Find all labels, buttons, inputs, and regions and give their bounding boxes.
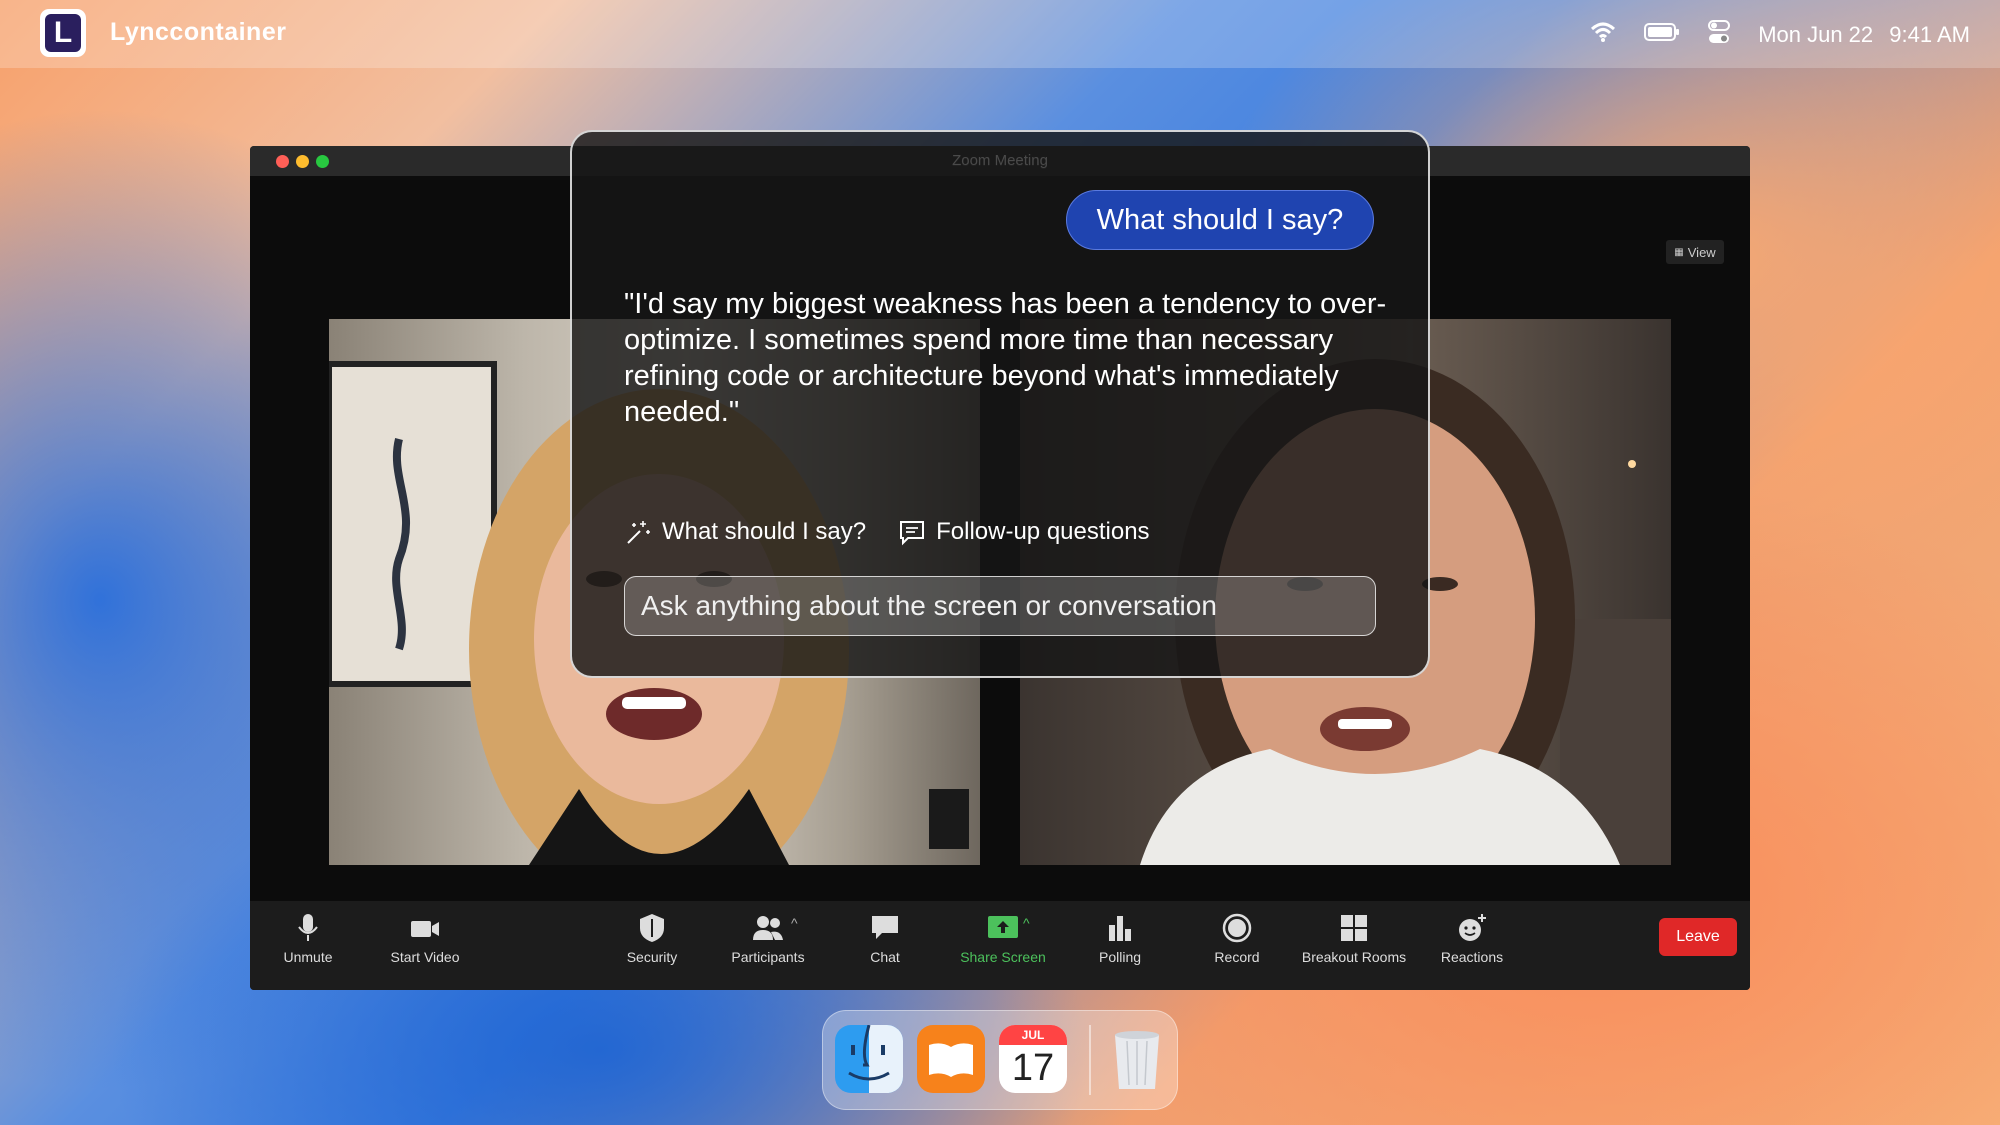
microphone-icon	[298, 914, 318, 941]
menu-clock[interactable]: Mon Jun 22 9:41 AM	[1758, 22, 1970, 48]
reactions-button[interactable]: Reactions	[1417, 911, 1527, 981]
smiley-plus-icon	[1459, 914, 1486, 941]
user-question-bubble: What should I say?	[1066, 190, 1374, 250]
polling-label: Polling	[1098, 949, 1142, 965]
dock-separator	[1089, 1025, 1091, 1095]
menu-date: Mon Jun 22	[1758, 21, 1874, 47]
chat-button[interactable]: Chat	[830, 911, 940, 981]
start-video-button[interactable]: Start Video	[370, 911, 480, 981]
control-center-icon[interactable]	[1708, 20, 1731, 49]
trash-icon[interactable]	[1103, 1025, 1171, 1093]
participants-chevron-up-icon[interactable]: ^	[791, 915, 798, 931]
bar-chart-icon	[1109, 916, 1131, 941]
calendar-icon[interactable]: JUL 17	[999, 1025, 1067, 1093]
video-camera-icon	[411, 921, 439, 937]
menu-bar-status: Mon Jun 22 9:41 AM	[1590, 20, 1970, 49]
breakout-rooms-button[interactable]: Breakout Rooms	[1294, 911, 1414, 981]
unmute-label: Unmute	[283, 949, 333, 965]
follow-up-questions-label: Follow-up questions	[936, 518, 1150, 545]
unmute-button[interactable]: Unmute	[253, 911, 363, 981]
meeting-toolbar: Unmute Start Video Security Participants…	[250, 901, 1750, 990]
breakout-rooms-icon	[1341, 915, 1367, 941]
calendar-day: 17	[1011, 1047, 1055, 1089]
participants-icon	[753, 916, 783, 940]
share-screen-chevron-up-icon[interactable]: ^	[1023, 915, 1030, 931]
breakout-rooms-label: Breakout Rooms	[1301, 949, 1407, 965]
polling-button[interactable]: Polling	[1065, 911, 1175, 981]
what-should-i-say-button[interactable]: What should I say?	[624, 518, 866, 546]
reactions-label: Reactions	[1440, 949, 1504, 965]
app-logo[interactable]: L	[40, 9, 86, 57]
record-button[interactable]: Record	[1182, 911, 1292, 981]
view-button[interactable]: ▦ View	[1666, 240, 1724, 264]
security-label: Security	[626, 949, 678, 965]
overlay-underlying-window-title: Zoom Meeting	[952, 152, 1048, 169]
finder-icon[interactable]	[835, 1025, 903, 1093]
chat-bubble-icon	[872, 916, 898, 939]
ask-anything-input[interactable]	[624, 576, 1376, 636]
record-icon	[1222, 913, 1252, 943]
app-name[interactable]: Lynccontainer	[110, 18, 286, 47]
record-label: Record	[1214, 949, 1260, 965]
security-button[interactable]: Security	[597, 911, 707, 981]
books-icon[interactable]	[917, 1025, 985, 1093]
message-square-icon	[900, 521, 925, 546]
participants-button[interactable]: Participants	[713, 911, 823, 981]
menu-time: 9:41 AM	[1889, 21, 1970, 47]
calendar-month: JUL	[999, 1025, 1067, 1045]
start-video-label: Start Video	[390, 949, 460, 965]
battery-icon[interactable]	[1644, 23, 1680, 46]
follow-up-questions-button[interactable]: Follow-up questions	[898, 518, 1150, 546]
magic-wand-icon	[627, 521, 650, 544]
chat-label: Chat	[870, 949, 900, 965]
assistant-actions: What should I say? Follow-up questions	[624, 518, 1150, 546]
participants-label: Participants	[731, 949, 805, 965]
assistant-overlay-panel: Zoom Meeting What should I say? "I'd say…	[570, 130, 1430, 678]
shield-icon	[640, 914, 664, 942]
app-logo-letter: L	[45, 14, 81, 52]
dock: JUL 17	[822, 1010, 1178, 1110]
grid-icon: ▦	[1674, 246, 1684, 258]
assistant-answer-text: "I'd say my biggest weakness has been a …	[624, 288, 1387, 428]
leave-meeting-button[interactable]: Leave	[1659, 918, 1737, 956]
what-should-i-say-label: What should I say?	[662, 518, 867, 545]
share-screen-icon	[988, 916, 1018, 938]
view-label: View	[1687, 244, 1716, 260]
menu-bar: L Lynccontainer Mon Jun 22 9:41 AM	[0, 0, 2000, 68]
share-screen-button[interactable]: Share Screen	[948, 911, 1058, 981]
wifi-icon[interactable]	[1590, 21, 1616, 48]
share-screen-label: Share Screen	[960, 949, 1046, 965]
